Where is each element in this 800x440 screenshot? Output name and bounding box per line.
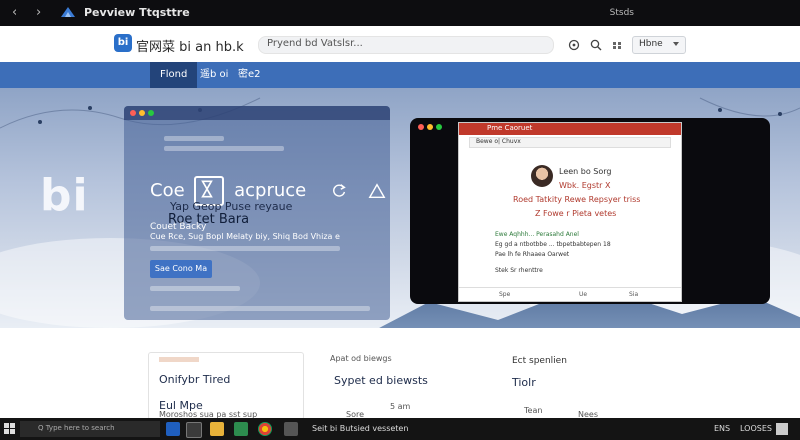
card-title: Sypet ed biewsts	[334, 374, 428, 387]
brand-badge[interactable]: bi	[114, 34, 132, 52]
back-button[interactable]: ‹	[12, 5, 17, 20]
blurred-text-line	[164, 136, 224, 141]
footer-link-3[interactable]: Sia	[629, 291, 638, 298]
taskbar-search-placeholder: Q Type here to search	[38, 424, 115, 432]
profile-line-2: Roed Tatkity Rewe Repsyer triss	[513, 195, 641, 204]
left-window-action-button[interactable]: Sae Cono Ma	[150, 260, 212, 278]
card-tab	[159, 357, 199, 362]
search-input[interactable]: Pryend bd Vatslsr...	[258, 36, 554, 54]
notification-icon[interactable]	[776, 423, 788, 435]
chrome-icon[interactable]	[258, 422, 272, 436]
app-icon-tools[interactable]	[284, 422, 298, 436]
window-title: Pevview Ttqsttre	[84, 6, 190, 19]
divider	[459, 287, 681, 288]
card-meta: Tean	[524, 406, 543, 415]
settings-circle-icon[interactable]	[568, 39, 580, 51]
left-window-panel: Coe acpruce Yap Geop Puse reyaue Roe tet…	[124, 106, 390, 320]
window-status-text: Stsds	[609, 8, 634, 18]
detail-line-2: Eg gd a ntbotbbe ... tbpetbabtepen 18	[495, 241, 611, 248]
blurred-text-line	[150, 306, 370, 311]
blurred-text-line	[164, 146, 284, 151]
blurred-text-line	[150, 286, 240, 291]
footer-link-2[interactable]: Ue	[579, 291, 587, 298]
refresh-icon[interactable]	[330, 182, 348, 200]
profile-line-3: Z Fowe r Pieta vetes	[535, 209, 617, 218]
card-header: Ect spenlien	[512, 356, 567, 366]
search-placeholder: Pryend bd Vatslsr...	[267, 38, 363, 49]
footer-link-1[interactable]: Spe	[499, 291, 510, 298]
grid-icon[interactable]	[612, 39, 624, 51]
locale-dropdown[interactable]: Hbne	[632, 36, 686, 54]
inner-url-text: Bewe o| Chuvx	[476, 138, 521, 145]
card-title: Tiolr	[512, 376, 536, 389]
tray-language[interactable]: ENS	[714, 424, 730, 433]
card[interactable]: Onifybr Tired Eul Mpe Moroshos sua pa ss…	[148, 352, 304, 420]
hero-banner: bi Coe acpruce Yap Geop Puse reyaue Roe …	[0, 88, 800, 328]
taskbar-search-input[interactable]: Q Type here to search	[20, 421, 160, 437]
card[interactable]: Ect spenlien Tiolr Tean Nees	[508, 352, 638, 419]
app-icon-edge[interactable]	[166, 422, 180, 436]
detail-line-1: Ewe Aqhhh... Perasahd Anel	[495, 231, 579, 238]
close-dot-icon[interactable]	[418, 124, 424, 130]
locale-label: Hbne	[639, 39, 663, 49]
nav-item-third[interactable]: 密e2	[228, 62, 271, 88]
brand-name[interactable]: 官网菜 bi an hb.k	[136, 36, 244, 55]
main-nav: Flond 遥b oi 密e2	[0, 62, 800, 88]
avatar	[531, 165, 553, 187]
tray-clock[interactable]: LOOSES	[740, 424, 772, 433]
inner-url-bar[interactable]: Bewe o| Chuvx	[469, 137, 671, 148]
card-meta: 5 am	[390, 402, 411, 411]
detail-line-3: Pae lh fe Rhaaea Oarwet	[495, 251, 570, 258]
bi-logo-icon	[61, 7, 75, 17]
profile-line-1: Wbk. Egstr X	[559, 181, 611, 190]
detail-line-4: Stek Sr rhenttre	[495, 267, 543, 274]
chevron-down-icon	[673, 42, 679, 46]
close-dot-icon[interactable]	[130, 110, 136, 116]
app-icon-photos[interactable]	[234, 422, 248, 436]
hero-bi-logo: bi	[40, 170, 89, 221]
left-window-line: Cue Rce, Sug Bopl Melaty biy, Shiq Bod V…	[150, 232, 340, 241]
profile-name: Leen bo Sorg	[559, 167, 612, 176]
search-icon[interactable]	[590, 39, 602, 51]
taskbar: Q Type here to search Seit bi Butsied ve…	[0, 418, 800, 440]
maximize-dot-icon[interactable]	[436, 124, 442, 130]
windows-start-icon[interactable]	[4, 423, 16, 435]
card-header: Apat od biewgs	[330, 354, 392, 363]
heading-end: acpruce	[234, 180, 307, 201]
maximize-dot-icon[interactable]	[148, 110, 154, 116]
forward-button[interactable]: ›	[36, 5, 41, 20]
blurred-text-line	[150, 246, 340, 251]
card-title: Onifybr Tired	[159, 373, 231, 386]
taskbar-app-label[interactable]: Seit bi Butsied vesseten	[312, 424, 408, 433]
inner-window-tabbar: Pme Caoruet	[459, 123, 681, 135]
window-titlebar: ‹ › Pevview Ttqsttre Stsds	[0, 0, 800, 26]
triangle-warning-icon[interactable]	[368, 182, 386, 200]
card[interactable]: Apat od biewgs Sypet ed biewsts 5 am Sor…	[330, 352, 480, 419]
heading-start: Coe	[150, 180, 185, 201]
left-window-label: Couet Backy	[150, 222, 207, 232]
inner-browser-window: Pme Caoruet Bewe o| Chuvx Leen bo Sorg W…	[458, 122, 682, 302]
minimize-dot-icon[interactable]	[427, 124, 433, 130]
inner-window-tab[interactable]: Pme Caoruet	[487, 124, 532, 132]
left-window-titlebar	[124, 106, 390, 120]
minimize-dot-icon[interactable]	[139, 110, 145, 116]
site-header: bi 官网菜 bi an hb.k Pryend bd Vatslsr... H…	[0, 26, 800, 63]
app-icon-active[interactable]	[186, 422, 202, 438]
folder-icon[interactable]	[210, 422, 224, 436]
